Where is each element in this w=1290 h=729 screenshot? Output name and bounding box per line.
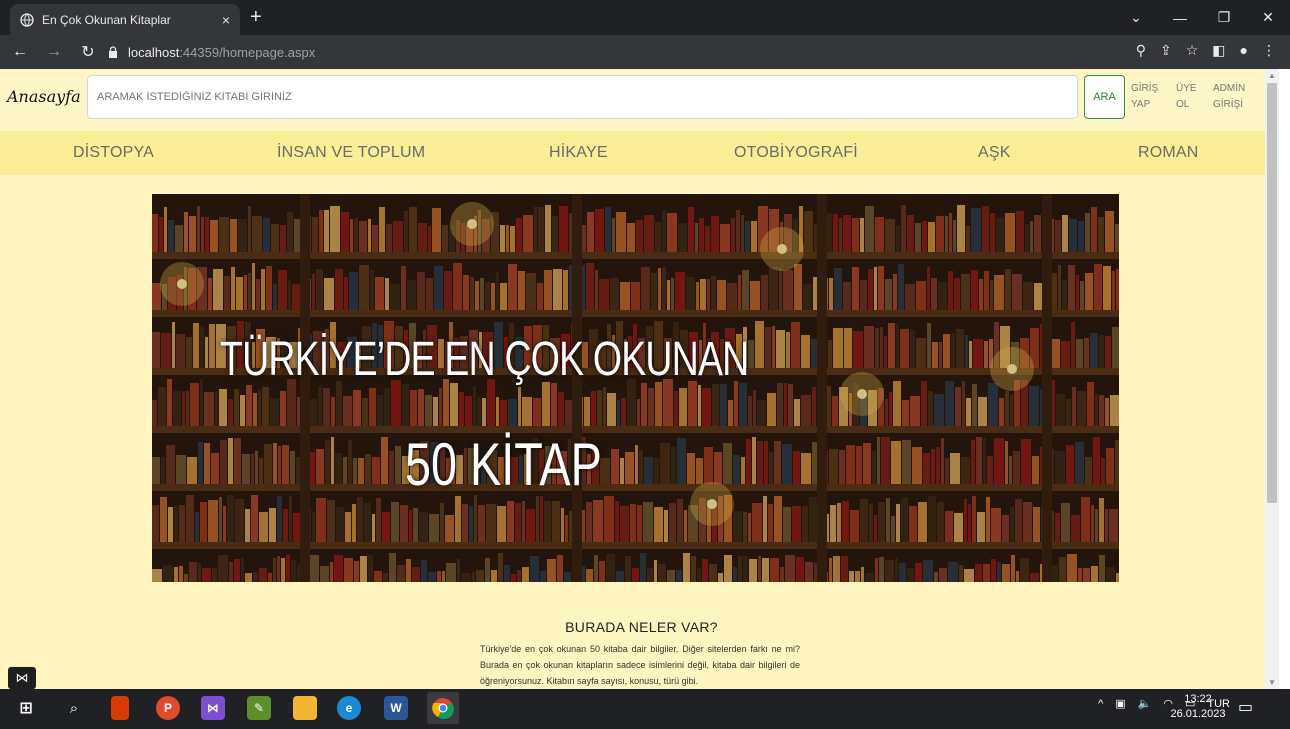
page-scrollbar[interactable]: ▲ ▼: [1265, 69, 1279, 689]
search-icon[interactable]: ⌕: [62, 696, 86, 720]
globe-icon: [20, 12, 34, 27]
reload-icon[interactable]: ↻: [74, 38, 102, 66]
scrollbar-thumb[interactable]: [1267, 83, 1277, 503]
category-otobiyografi[interactable]: OTOBİYOGRAFİ: [734, 144, 858, 162]
signup-link[interactable]: ÜYE OL: [1176, 81, 1198, 113]
close-tab-icon[interactable]: ×: [222, 12, 230, 28]
login-link[interactable]: GİRİŞ YAP: [1131, 81, 1171, 113]
page-viewport: Anasayfa ARA GİRİŞ YAP ÜYE OL ADMİN GİRİ…: [0, 69, 1265, 689]
site-header: Anasayfa ARA GİRİŞ YAP ÜYE OL ADMİN GİRİ…: [0, 69, 1265, 131]
section-body: Türkiye'de en çok okunan 50 kitaba dair …: [480, 644, 800, 686]
share-icon[interactable]: ⇪: [1160, 42, 1172, 59]
app-icon[interactable]: ✎: [247, 696, 271, 720]
home-link[interactable]: Anasayfa: [7, 87, 81, 106]
scroll-down-icon[interactable]: ▼: [1268, 678, 1276, 687]
restore-button[interactable]: ❐: [1202, 0, 1246, 35]
toolbar-actions: ⚲ ⇪ ☆ ◧ ● ⋮: [1136, 42, 1276, 59]
side-panel-icon[interactable]: ◧: [1212, 42, 1225, 59]
office-icon[interactable]: [111, 696, 129, 720]
scroll-up-icon[interactable]: ▲: [1268, 71, 1276, 80]
url-path: :44359/homepage.aspx: [179, 44, 316, 60]
clock-date: 26.01.2023: [1170, 708, 1226, 720]
clock-time: 13:22: [1184, 693, 1212, 705]
tray-expand-icon[interactable]: ^: [1098, 698, 1103, 710]
address-bar[interactable]: localhost:44359/homepage.aspx: [108, 40, 1108, 64]
browser-toolbar: ← → ↻ localhost:44359/homepage.aspx ⚲ ⇪ …: [0, 35, 1290, 69]
zoom-icon[interactable]: ⚲: [1136, 42, 1146, 59]
window-controls: ⌄ — ❐ ✕: [1114, 0, 1290, 35]
search-button[interactable]: ARA: [1084, 75, 1125, 119]
lock-icon: [109, 46, 117, 58]
hero-subtitle: 50 KİTAP: [405, 431, 602, 498]
windows-start-icon[interactable]: ⊞: [14, 696, 38, 720]
hero-title: TÜRKİYE’DE EN ÇOK OKUNAN: [220, 333, 749, 386]
book-search-input[interactable]: [87, 75, 1078, 119]
url-host: localhost: [128, 44, 180, 60]
visual-studio-icon[interactable]: ⋈: [201, 696, 225, 720]
tab-title: En Çok Okunan Kitaplar: [42, 12, 171, 27]
chrome-logo-icon: [432, 698, 454, 719]
back-arrow-icon[interactable]: ←: [6, 38, 34, 66]
window-edge: [1279, 69, 1290, 689]
hero-banner: TÜRKİYE’DE EN ÇOK OKUNAN 50 KİTAP: [152, 194, 1119, 582]
admin-login-link[interactable]: ADMİN GİRİŞİ: [1213, 81, 1253, 113]
tab-search-icon[interactable]: ⌄: [1114, 0, 1158, 35]
chrome-active-icon[interactable]: [427, 692, 459, 724]
browser-tab-strip: En Çok Okunan Kitaplar × + ⌄ — ❐ ✕: [0, 0, 1290, 35]
forward-arrow-icon[interactable]: →: [40, 38, 68, 66]
bookshelf-illustration: [152, 194, 1119, 582]
file-explorer-icon[interactable]: [293, 696, 317, 720]
browser-tab[interactable]: En Çok Okunan Kitaplar ×: [10, 4, 240, 35]
minimize-button[interactable]: —: [1158, 0, 1202, 35]
category-ask[interactable]: AŞK: [978, 144, 1011, 162]
profile-icon[interactable]: ●: [1240, 42, 1248, 59]
edge-icon[interactable]: e: [337, 696, 361, 720]
notification-icon[interactable]: ▭: [1238, 697, 1253, 717]
close-window-button[interactable]: ✕: [1246, 0, 1290, 35]
category-insan-ve-toplum[interactable]: İNSAN VE TOPLUM: [277, 144, 425, 162]
volume-icon[interactable]: 🔈: [1138, 697, 1152, 710]
category-nav: DİSTOPYA İNSAN VE TOPLUM HİKAYE OTOBİYOG…: [0, 131, 1265, 175]
word-icon[interactable]: W: [384, 696, 408, 720]
taskbar-clock[interactable]: 13:22 26.01.2023: [1168, 692, 1228, 722]
menu-kebab-icon[interactable]: ⋮: [1262, 42, 1276, 59]
bookmark-star-icon[interactable]: ☆: [1186, 42, 1199, 59]
category-distopya[interactable]: DİSTOPYA: [73, 144, 154, 162]
category-roman[interactable]: ROMAN: [1138, 144, 1199, 162]
meet-icon[interactable]: ▣: [1115, 697, 1125, 710]
visual-studio-badge-icon[interactable]: ⋈: [8, 667, 36, 689]
section-title: BURADA NELER VAR?: [565, 619, 718, 635]
windows-taskbar: [0, 689, 1290, 729]
category-hikaye[interactable]: HİKAYE: [549, 144, 608, 162]
chrome-profile-icon[interactable]: P: [156, 696, 180, 720]
new-tab-button[interactable]: +: [250, 7, 262, 27]
